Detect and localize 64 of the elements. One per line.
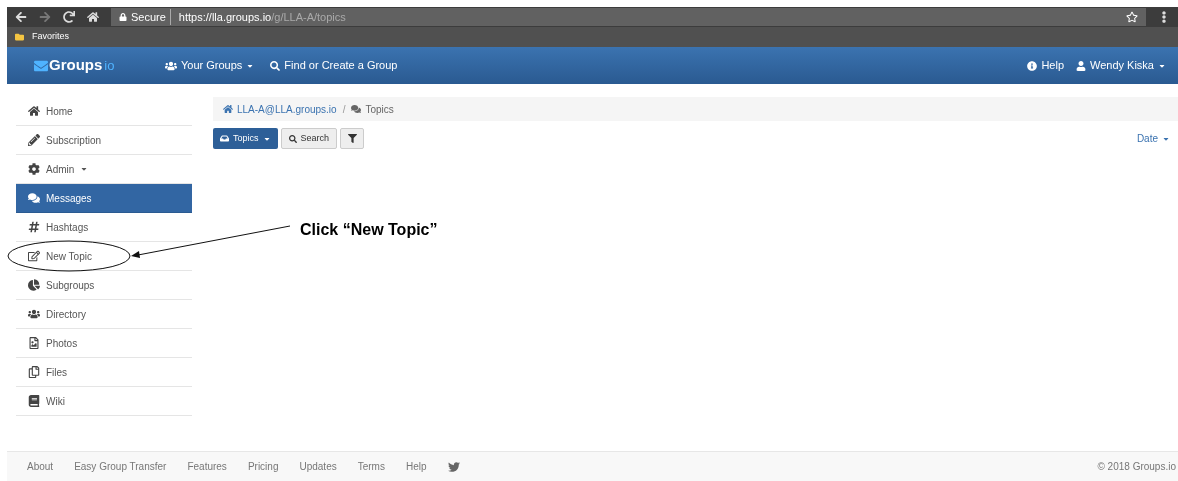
url-field[interactable]: Secure https://lla.groups.io/g/LLA-A/topics: [111, 8, 1146, 26]
image-file-icon: [28, 337, 40, 349]
breadcrumb-separator: /: [342, 102, 346, 117]
search-icon: [288, 134, 297, 143]
files-icon: [28, 366, 40, 378]
footer-link[interactable]: Pricing: [247, 459, 279, 474]
home-icon[interactable]: [87, 11, 99, 23]
sidebar-item[interactable]: Photos: [16, 329, 192, 358]
chat-bubbles-icon: [351, 104, 362, 114]
instruction-text: Click “New Topic”: [300, 220, 438, 240]
sidebar-item[interactable]: Wiki: [16, 387, 192, 416]
inbox-icon: [220, 134, 229, 143]
search-icon: [270, 60, 281, 71]
sidebar-item[interactable]: Home: [16, 97, 192, 126]
envelope-icon: [33, 58, 49, 73]
sidebar-item[interactable]: Subgroups: [16, 271, 192, 300]
filter-button[interactable]: [340, 128, 365, 149]
sidebar-item[interactable]: Subscription: [16, 126, 192, 155]
book-icon: [28, 395, 40, 407]
your-groups-menu[interactable]: Your Groups: [165, 57, 255, 74]
footer-link[interactable]: Easy Group Transfer: [74, 459, 167, 474]
secure-label: Secure: [131, 8, 171, 26]
folder-icon: [15, 32, 24, 42]
people-icon: [28, 308, 40, 320]
find-group-link[interactable]: Find or Create a Group: [270, 57, 398, 74]
people-icon: [165, 59, 177, 72]
bookmark-star-icon[interactable]: [1126, 11, 1138, 23]
footer-link[interactable]: Terms: [357, 459, 385, 474]
group-link[interactable]: LLA-A@LLA.groups.io: [223, 101, 337, 117]
user-menu[interactable]: Wendy Kiska: [1076, 57, 1166, 74]
help-link[interactable]: Help: [1027, 57, 1064, 74]
footer-link[interactable]: About: [27, 459, 54, 474]
footer-link[interactable]: Features: [187, 459, 227, 474]
filter-icon: [347, 134, 357, 143]
chat-bubbles-icon: [28, 192, 40, 204]
caret-icon: [80, 165, 89, 173]
reload-icon[interactable]: [63, 11, 75, 23]
logo[interactable]: Groups io: [33, 54, 149, 77]
house-icon: [223, 104, 233, 114]
hashtag-icon: [28, 221, 40, 233]
topics-button[interactable]: Topics: [213, 128, 278, 149]
info-icon: [1027, 60, 1038, 71]
breadcrumb-current: Topics: [351, 101, 394, 117]
pie-chart-icon: [28, 279, 40, 291]
copyright: © 2018 Groups.io: [1097, 460, 1176, 474]
sidebar-item[interactable]: Messages: [16, 184, 192, 213]
pencil-icon: [28, 134, 40, 146]
sidebar-item[interactable]: Directory: [16, 300, 192, 329]
gear-icon: [28, 163, 40, 175]
edit-icon: [28, 250, 40, 262]
footer-link[interactable]: Help: [405, 459, 427, 474]
bird-icon[interactable]: [447, 460, 460, 473]
url-text: https://lla.groups.io/g/LLA-A/topics: [177, 9, 346, 25]
bookmark[interactable]: Favorites: [11, 30, 73, 44]
search-button[interactable]: Search: [280, 128, 338, 149]
footer-link[interactable]: Updates: [299, 459, 337, 474]
forward-icon[interactable]: [39, 11, 51, 23]
house-icon: [28, 105, 40, 117]
user-icon: [1076, 60, 1086, 71]
back-icon[interactable]: [15, 11, 27, 23]
sort-dropdown[interactable]: Date: [1136, 131, 1170, 146]
sidebar-item[interactable]: Hashtags: [16, 213, 192, 242]
lock-icon: [119, 13, 127, 21]
sidebar-item[interactable]: Files: [16, 358, 192, 387]
